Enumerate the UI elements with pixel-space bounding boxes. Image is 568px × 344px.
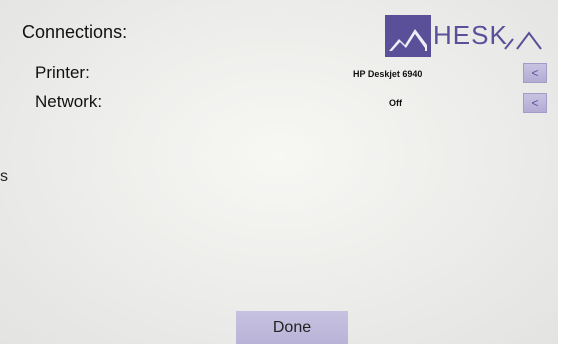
connections-screen: s Connections: HESK Printer: HP Deskjet … xyxy=(0,0,558,344)
printer-value: HP Deskjet 6940 xyxy=(353,69,423,79)
truncated-edge-text: s xyxy=(0,168,8,185)
network-label: Network: xyxy=(35,92,103,111)
done-button[interactable]: Done xyxy=(236,311,348,344)
page-title: Connections: xyxy=(22,22,128,42)
network-select-button[interactable]: < xyxy=(523,93,547,113)
printer-label: Printer: xyxy=(35,63,90,82)
network-value: Off xyxy=(389,98,402,108)
heska-logo: HESK xyxy=(385,15,550,57)
printer-select-button[interactable]: < xyxy=(523,63,547,83)
logo-wordmark: HESK xyxy=(433,20,508,50)
